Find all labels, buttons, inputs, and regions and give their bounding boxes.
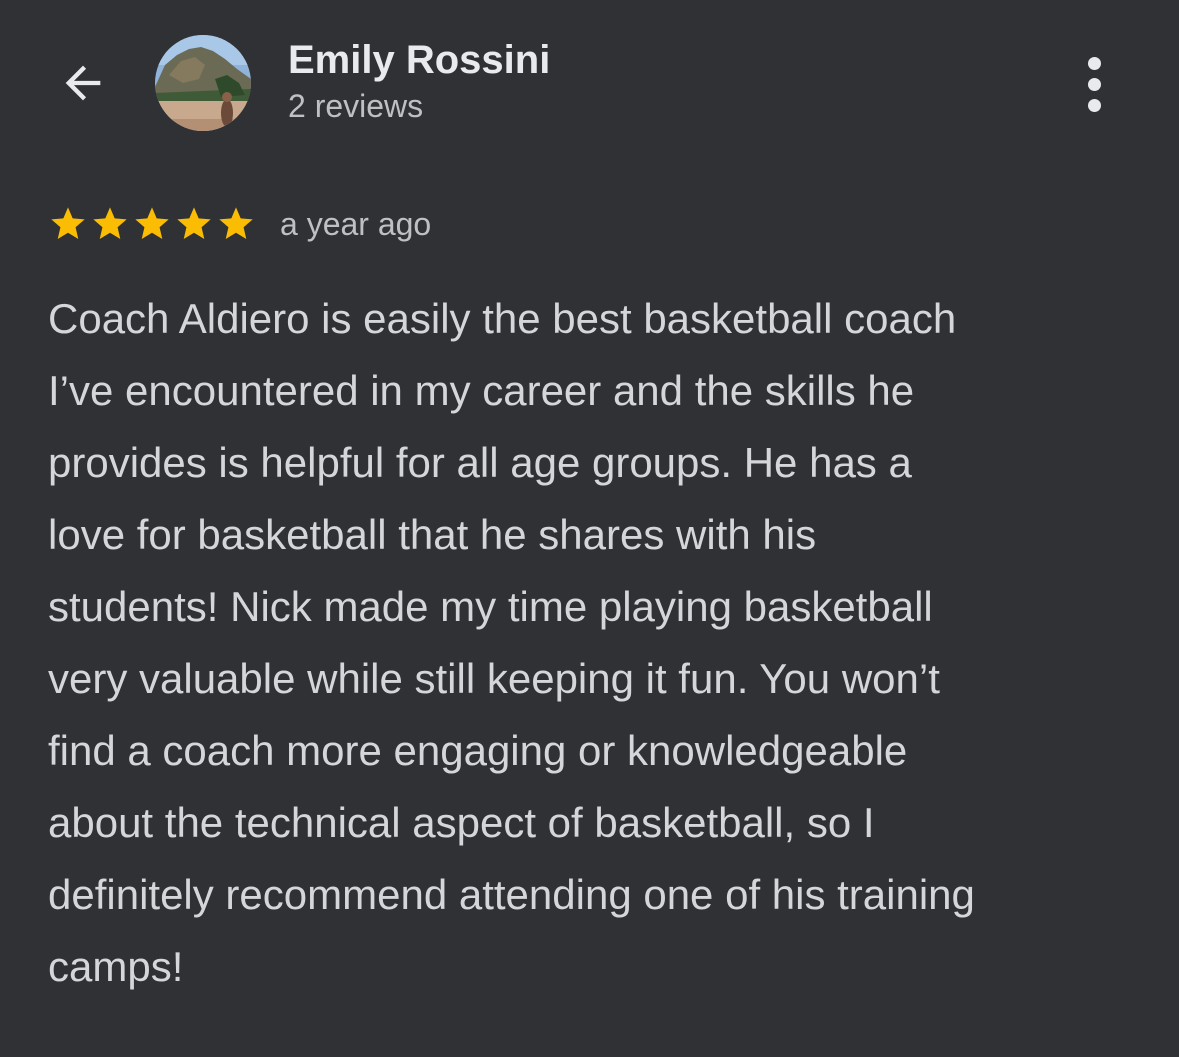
star-icon	[48, 204, 88, 244]
review-text: Coach Aldiero is easily the best basketb…	[48, 283, 1148, 1003]
star-rating	[48, 204, 256, 244]
review-header: Emily Rossini 2 reviews	[0, 0, 1179, 170]
back-button[interactable]	[50, 50, 116, 116]
review-text-line: definitely recommend attending one of hi…	[48, 871, 975, 918]
review-text-line: find a coach more engaging or knowledgea…	[48, 727, 908, 774]
review-text-line: about the technical aspect of basketball…	[48, 799, 875, 846]
review-text-line: provides is helpful for all age groups. …	[48, 439, 912, 486]
review-text-line: students! Nick made my time playing bask…	[48, 583, 933, 630]
more-options-button[interactable]	[1068, 52, 1120, 116]
review-text-line: I’ve encountered in my career and the sk…	[48, 367, 915, 414]
more-vert-icon	[1087, 56, 1101, 70]
rating-row: a year ago	[48, 202, 431, 246]
star-icon	[174, 204, 214, 244]
author-info: Emily Rossini 2 reviews	[288, 36, 550, 126]
more-vert-icon-dot	[1087, 98, 1101, 112]
review-text-line: very valuable while still keeping it fun…	[48, 655, 940, 702]
author-name[interactable]: Emily Rossini	[288, 36, 550, 84]
star-icon	[216, 204, 256, 244]
review-date: a year ago	[280, 205, 432, 242]
star-icon	[132, 204, 172, 244]
review-text-line: love for basketball that he shares with …	[48, 511, 817, 558]
arrow-back-icon	[65, 65, 101, 101]
review-text-line: Coach Aldiero is easily the best basketb…	[48, 295, 957, 342]
review-count: 2 reviews	[288, 88, 424, 124]
avatar[interactable]	[155, 35, 251, 131]
review-text-line: camps!	[48, 943, 184, 990]
avatar-photo	[155, 35, 251, 131]
star-icon	[90, 204, 130, 244]
more-vert-icon-dot	[1087, 77, 1101, 91]
